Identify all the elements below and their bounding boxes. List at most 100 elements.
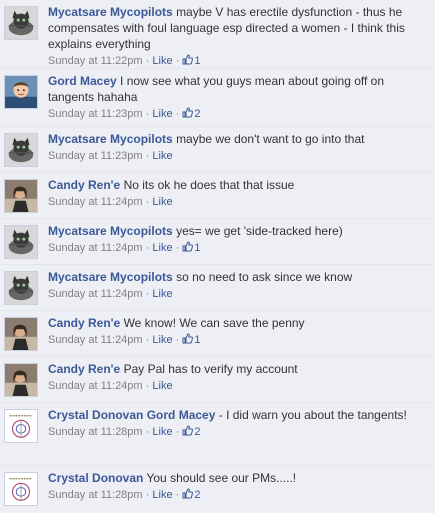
like-link[interactable]: Like	[152, 334, 172, 346]
comment-author[interactable]: Mycatsare Mycopilots	[48, 224, 173, 238]
comment-text: - I did warn you about the tangents!	[218, 408, 407, 422]
comment: Gord Macey I now see what you guys mean …	[0, 69, 435, 127]
like-link[interactable]: Like	[152, 150, 172, 162]
cat-avatar-icon	[5, 226, 37, 258]
avatar[interactable]	[4, 271, 38, 305]
comment-author[interactable]: Candy Ren'e	[48, 362, 120, 376]
comment-timestamp[interactable]: Sunday at 11:24pm	[48, 380, 143, 392]
avatar[interactable]	[4, 75, 38, 109]
cat-avatar-icon	[5, 272, 37, 304]
comment-author[interactable]: Mycatsare Mycopilots	[48, 5, 173, 19]
comment-text: Pay Pal has to verify my account	[123, 362, 298, 376]
comment-meta: Sunday at 11:23pm · Like	[48, 148, 429, 164]
meta-separator: ·	[175, 489, 180, 501]
avatar[interactable]	[4, 317, 38, 351]
comment-timestamp[interactable]: Sunday at 11:23pm	[48, 108, 143, 120]
like-link[interactable]: Like	[152, 55, 172, 67]
like-link[interactable]: Like	[152, 380, 172, 392]
comment-meta: Sunday at 11:28pm · Like · 2	[48, 487, 429, 503]
like-count[interactable]: 2	[182, 425, 201, 438]
like-link[interactable]: Like	[152, 242, 172, 254]
meta-separator: ·	[145, 108, 150, 120]
avatar[interactable]	[4, 6, 38, 40]
comment-meta: Sunday at 11:24pm · Like · 1	[48, 332, 429, 348]
meta-separator: ·	[145, 55, 150, 67]
like-link[interactable]: Like	[152, 196, 172, 208]
comment-text: yes= we get 'side-tracked here)	[176, 224, 343, 238]
like-count[interactable]: 1	[182, 333, 201, 346]
comment-timestamp[interactable]: Sunday at 11:24pm	[48, 288, 143, 300]
meta-separator: ·	[145, 334, 150, 346]
like-count-value: 2	[194, 108, 201, 120]
like-count-value: 1	[194, 55, 201, 67]
like-count-value: 1	[194, 334, 201, 346]
comment-meta: Sunday at 11:22pm · Like · 1	[48, 53, 429, 69]
avatar[interactable]	[4, 133, 38, 167]
comment-author[interactable]: Mycatsare Mycopilots	[48, 132, 173, 146]
mention-link[interactable]: Gord Macey	[147, 408, 216, 422]
comment-timestamp[interactable]: Sunday at 11:28pm	[48, 489, 143, 501]
comment: Candy Ren'e No its ok he does that that …	[0, 173, 435, 219]
comment-text: maybe we don't want to go into that	[176, 132, 365, 146]
like-count[interactable]: 2	[182, 107, 201, 120]
comment: Crystal Donovan Gord Macey - I did warn …	[0, 403, 435, 466]
comment-meta: Sunday at 11:24pm · Like	[48, 194, 429, 210]
comment-author[interactable]: Mycatsare Mycopilots	[48, 270, 173, 284]
comment-text: so no need to ask since we know	[176, 270, 353, 284]
comment-timestamp[interactable]: Sunday at 11:24pm	[48, 242, 143, 254]
comment-author[interactable]: Candy Ren'e	[48, 178, 120, 192]
comment-author[interactable]: Candy Ren'e	[48, 316, 120, 330]
comment: Mycatsare Mycopilots so no need to ask s…	[0, 265, 435, 311]
comment: Mycatsare Mycopilots maybe we don't want…	[0, 127, 435, 173]
avatar[interactable]	[4, 363, 38, 397]
meta-separator: ·	[145, 150, 150, 162]
meta-separator: ·	[145, 489, 150, 501]
comment-text: We know! We can save the penny	[123, 316, 305, 330]
meta-separator: ·	[145, 242, 150, 254]
avatar[interactable]	[4, 409, 38, 443]
like-count[interactable]: 1	[182, 241, 201, 254]
avatar[interactable]	[4, 179, 38, 213]
comment-timestamp[interactable]: Sunday at 11:24pm	[48, 334, 143, 346]
comment-timestamp[interactable]: Sunday at 11:22pm	[48, 55, 143, 67]
like-link[interactable]: Like	[152, 426, 172, 438]
comment-timestamp[interactable]: Sunday at 11:24pm	[48, 196, 143, 208]
thumbs-up-icon	[182, 54, 194, 65]
avatar[interactable]	[4, 472, 38, 506]
meta-separator: ·	[145, 426, 150, 438]
meta-separator: ·	[145, 288, 150, 300]
comment-meta: Sunday at 11:23pm · Like · 2	[48, 106, 429, 122]
avatar[interactable]	[4, 225, 38, 259]
comment: Mycatsare Mycopilots yes= we get 'side-t…	[0, 219, 435, 265]
like-link[interactable]: Like	[152, 108, 172, 120]
comment: Mycatsare Mycopilots maybe V has erectil…	[0, 0, 435, 69]
like-count-value: 2	[194, 489, 201, 501]
comment: Candy Ren'e We know! We can save the pen…	[0, 311, 435, 357]
meta-separator: ·	[175, 108, 180, 120]
comment-text: No its ok he does that that issue	[123, 178, 295, 192]
cat-avatar-icon	[5, 7, 37, 39]
like-link[interactable]: Like	[152, 489, 172, 501]
thumbs-up-icon	[182, 107, 194, 118]
meta-separator: ·	[175, 242, 180, 254]
meta-separator: ·	[175, 334, 180, 346]
person-photo-avatar-icon	[5, 364, 37, 396]
comment-timestamp[interactable]: Sunday at 11:28pm	[48, 426, 143, 438]
thumbs-up-icon	[182, 241, 194, 252]
person-photo-avatar-icon	[5, 180, 37, 212]
thumbs-up-icon	[182, 425, 194, 436]
comment-timestamp[interactable]: Sunday at 11:23pm	[48, 150, 143, 162]
like-link[interactable]: Like	[152, 288, 172, 300]
comment-author[interactable]: Crystal Donovan	[48, 471, 143, 485]
comment-text: You should see our PMs.....!	[146, 471, 297, 485]
comment: Candy Ren'e Pay Pal has to verify my acc…	[0, 357, 435, 403]
like-count[interactable]: 1	[182, 54, 201, 67]
comment: Crystal Donovan You should see our PMs..…	[0, 466, 435, 513]
comment-meta: Sunday at 11:24pm · Like · 1	[48, 240, 429, 256]
meta-separator: ·	[175, 55, 180, 67]
person-photo-avatar-icon	[5, 318, 37, 350]
meta-separator: ·	[175, 426, 180, 438]
like-count[interactable]: 2	[182, 488, 201, 501]
comment-author[interactable]: Crystal Donovan	[48, 408, 143, 422]
comment-author[interactable]: Gord Macey	[48, 74, 117, 88]
